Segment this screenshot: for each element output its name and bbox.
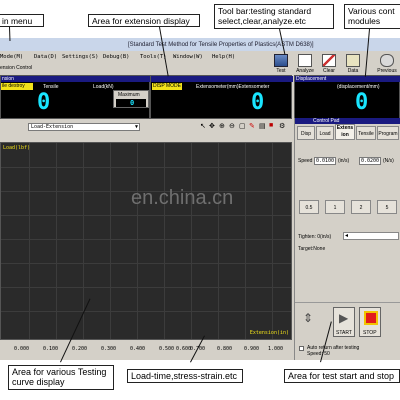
window-title: [Standard Test Method for Tensile Proper… — [128, 42, 314, 48]
zoom-in-icon[interactable]: ⊕ — [219, 122, 225, 130]
leader-line — [9, 27, 11, 42]
play-icon: ▶ — [339, 311, 349, 325]
tension-control-label: ension Control — [0, 65, 33, 71]
callout-main-menu: in menu — [0, 14, 44, 27]
start-stop-area: ⇕ ▶ START STOP — [295, 302, 400, 340]
tab-extension[interactable]: Extens ion — [335, 124, 355, 140]
x-tick: 0.500 — [159, 346, 175, 352]
x-axis-label: Extension(in) — [249, 330, 289, 336]
callout-extension-display: Area for extension display — [88, 14, 200, 27]
load-value: 0 — [37, 90, 51, 115]
load-mode-badge: ile destroy — [1, 83, 33, 90]
callout-load-time: Load-time,stress-strain.etc — [127, 369, 243, 383]
title-bar: [Standard Test Method for Tensile Proper… — [0, 38, 400, 51]
menu-debug[interactable]: Debug(B) — [103, 54, 130, 60]
callout-start-stop: Area for test start and stop — [284, 369, 400, 383]
start-button[interactable]: ▶ START — [333, 307, 355, 337]
zoom-out-icon[interactable]: ⊖ — [229, 122, 235, 130]
x-tick-row: 0.000 0.100 0.200 0.300 0.400 0.500 0.60… — [0, 346, 292, 354]
stop-button[interactable]: STOP — [359, 307, 381, 337]
menu-window[interactable]: Window(W) — [173, 54, 203, 60]
curve-type-select[interactable]: Load-Extension ▼ — [28, 123, 140, 131]
speed-button-5[interactable]: 5 — [377, 200, 397, 214]
tab-tensile[interactable]: Tensile — [356, 126, 376, 140]
x-tick: 0.900 — [244, 346, 260, 352]
displacement-value: 0 — [355, 90, 369, 115]
settings-icon[interactable]: ⚙ — [279, 122, 285, 130]
x-tick: 0.800 — [217, 346, 233, 352]
tab-disp[interactable]: Disp — [297, 126, 315, 140]
speed-unit-2: (N/s) — [383, 158, 394, 164]
x-tick: 0.400 — [130, 346, 146, 352]
chevron-down-icon: ▼ — [134, 124, 138, 130]
x-tick: 1.000 — [268, 346, 284, 352]
analyze-button[interactable]: Analyze — [294, 53, 316, 75]
callout-curve: Area for various Testing curve display — [8, 365, 114, 390]
speed-bottom-label: Speed: 50 — [307, 351, 330, 357]
speed-input-2[interactable]: 0.0200 — [359, 157, 381, 165]
clear-icon — [322, 54, 336, 67]
fit-icon[interactable]: ▢ — [239, 122, 246, 130]
callout-controls: Various cont modules — [344, 4, 400, 29]
x-tick: 0.000 — [14, 346, 30, 352]
maximum-value: 0 — [130, 99, 135, 107]
menu-data[interactable]: Data(D) — [34, 54, 57, 60]
previous-button[interactable]: Previous — [372, 53, 400, 75]
curve-toolbar: Load-Extension ▼ ↖ ✥ ⊕ ⊖ ▢ ✎ ▤ ■ ⚙ — [0, 122, 292, 132]
previous-icon — [380, 54, 394, 67]
x-tick: 0.300 — [101, 346, 117, 352]
speed-button-0-5[interactable]: 0.5 — [299, 200, 319, 214]
extensometer-value: 0 — [251, 90, 265, 115]
tab-load[interactable]: Load — [316, 126, 334, 140]
data-icon — [346, 54, 360, 67]
extensometer-panel: DISP MODE Extensometer(mm)Extensometer 0 — [150, 75, 293, 119]
menu-help[interactable]: Help(H) — [212, 54, 235, 60]
menu-bar: Mode(M) Data(D) Settings(S) Debug(B) Too… — [0, 52, 268, 62]
tighten-label: Tighten: 0(in/s) — [298, 234, 332, 240]
watermark: en.china.cn — [131, 187, 234, 209]
target-label: Target:None — [298, 246, 326, 252]
x-tick: 0.200 — [72, 346, 88, 352]
load-unit-label: Load(kN) — [93, 84, 114, 90]
data-button[interactable]: Data — [342, 53, 364, 75]
displacement-panel: Displacement (displacement/mm) 0 — [294, 75, 400, 119]
control-pad: Control Pad Disp Load Extens ion Tensile… — [294, 118, 400, 360]
slider-left-icon: ◂ — [345, 233, 349, 239]
menu-mode[interactable]: Mode(M) — [0, 54, 23, 60]
save-icon[interactable]: ■ — [269, 122, 273, 129]
move-icon[interactable]: ✥ — [209, 122, 215, 130]
y-axis-label: Load(lbf) — [3, 145, 31, 151]
stop-icon — [364, 311, 378, 325]
auto-return-checkbox[interactable] — [299, 346, 304, 351]
curve-plot[interactable]: Load(lbf) Extension(in) en.china.cn — [0, 142, 292, 340]
analyze-icon — [298, 54, 312, 67]
test-button[interactable]: Test — [270, 53, 292, 75]
menu-tools[interactable]: Tools(T) — [140, 54, 167, 60]
pointer-icon[interactable]: ↖ — [200, 122, 206, 130]
test-icon — [274, 54, 288, 67]
maximum-box: Maximum 0 — [113, 90, 149, 108]
load-panel: nsion ile destroy Tensile Load(kN) 0 Max… — [0, 75, 151, 119]
tighten-slider[interactable]: ◂ — [343, 232, 399, 240]
x-tick: 0.100 — [43, 346, 59, 352]
menu-settings[interactable]: Settings(S) — [62, 54, 98, 60]
load-panel-title: nsion — [2, 76, 14, 82]
speed-label: Speed — [298, 158, 313, 164]
disp-mode-badge: DISP MODE — [152, 83, 182, 90]
tab-program[interactable]: Program — [377, 126, 399, 140]
speed-button-2[interactable]: 2 — [351, 200, 371, 214]
callout-toolbar: Tool bar:testing standard select,clear,a… — [214, 4, 334, 29]
speed-input[interactable]: 0.0100 — [314, 157, 336, 165]
print-icon[interactable]: ▤ — [259, 122, 266, 130]
speed-unit: (in/s) — [338, 158, 350, 164]
pen-icon[interactable]: ✎ — [249, 122, 255, 130]
x-tick: 0.600 — [176, 346, 192, 352]
speed-button-1[interactable]: 1 — [325, 200, 345, 214]
displacement-title: Displacement — [296, 76, 327, 82]
clear-button[interactable]: Clear — [318, 53, 340, 75]
jog-icon[interactable]: ⇕ — [303, 311, 313, 325]
